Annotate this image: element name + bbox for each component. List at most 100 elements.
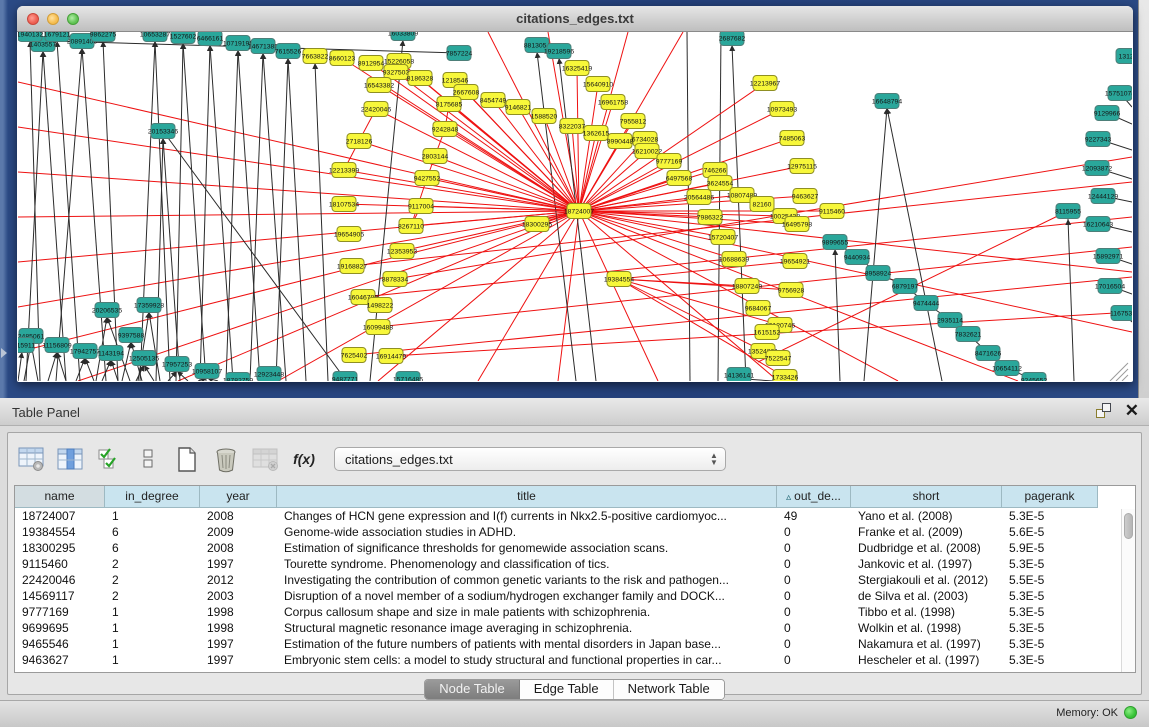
column-header-year[interactable]: year xyxy=(200,486,277,508)
scrollbar-thumb[interactable] xyxy=(1124,513,1133,539)
graph-edge[interactable] xyxy=(163,138,180,381)
cell-name[interactable]: 18300295 xyxy=(15,540,105,556)
cell-pagerank[interactable]: 5.3E-5 xyxy=(1002,636,1098,652)
cell-in_degree[interactable]: 1 xyxy=(105,636,200,652)
cell-title[interactable]: Corpus callosum shape and size in male p… xyxy=(277,604,777,620)
table-row[interactable]: 977716911998Corpus callosum shape and si… xyxy=(15,604,1135,620)
table-row[interactable]: 1456911722003Disruption of a novel membe… xyxy=(15,588,1135,604)
float-window-icon[interactable] xyxy=(1096,403,1111,418)
cell-pagerank[interactable]: 5.3E-5 xyxy=(1002,588,1098,604)
cell-name[interactable]: 22420046 xyxy=(15,572,105,588)
graph-edge[interactable] xyxy=(619,261,795,279)
network-window-titlebar[interactable]: citations_edges.txt xyxy=(17,6,1133,32)
network-graph-svg[interactable]: 1403557208914061940132167912198622751065… xyxy=(18,32,1132,381)
graph-edge[interactable] xyxy=(183,43,206,381)
cell-in_degree[interactable]: 1 xyxy=(105,508,200,524)
graph-edge[interactable] xyxy=(315,63,328,381)
graph-edge[interactable] xyxy=(48,352,57,381)
cell-year[interactable]: 1998 xyxy=(200,604,277,620)
cell-title[interactable]: Structural magnetic resonance image aver… xyxy=(277,620,777,636)
cell-out_degree[interactable]: 0 xyxy=(777,588,851,604)
cell-short[interactable]: Nakamura et al. (1997) xyxy=(851,636,1002,652)
graph-edge[interactable] xyxy=(176,43,183,381)
cell-short[interactable]: Stergiakouli et al. (2012) xyxy=(851,572,1002,588)
cell-out_degree[interactable]: 0 xyxy=(777,572,851,588)
cell-short[interactable]: Wolkin et al. (1998) xyxy=(851,620,1002,636)
cell-year[interactable]: 2008 xyxy=(200,508,277,524)
tab-edge-table[interactable]: Edge Table xyxy=(520,680,614,699)
graph-edge[interactable] xyxy=(732,45,746,381)
graph-edge[interactable] xyxy=(579,211,1132,332)
graph-edge[interactable] xyxy=(163,131,345,379)
graph-edge[interactable] xyxy=(687,32,690,381)
table-vertical-scrollbar[interactable] xyxy=(1121,509,1135,672)
cell-out_degree[interactable]: 0 xyxy=(777,604,851,620)
graph-edge[interactable] xyxy=(887,108,942,381)
table-row[interactable]: 911546021997Tourette syndrome. Phenomeno… xyxy=(15,556,1135,572)
cell-name[interactable]: 19384554 xyxy=(15,524,105,540)
cell-in_degree[interactable]: 2 xyxy=(105,572,200,588)
cell-year[interactable]: 2003 xyxy=(200,588,277,604)
graph-edge[interactable] xyxy=(288,58,306,381)
delete-table-button[interactable] xyxy=(250,443,280,475)
resize-grip-icon[interactable] xyxy=(1122,375,1128,381)
graph-edge[interactable] xyxy=(478,211,579,381)
cell-year[interactable]: 1997 xyxy=(200,652,277,668)
graph-edge[interactable] xyxy=(402,211,579,251)
graph-edge[interactable] xyxy=(276,58,288,381)
cell-in_degree[interactable]: 1 xyxy=(105,604,200,620)
cell-name[interactable]: 18724007 xyxy=(15,508,105,524)
graph-edge[interactable] xyxy=(579,84,598,211)
cell-out_degree[interactable]: 0 xyxy=(777,636,851,652)
delete-button[interactable] xyxy=(211,443,241,475)
cell-short[interactable]: de Silva et al. (2003) xyxy=(851,588,1002,604)
cell-short[interactable]: Franke et al. (2009) xyxy=(851,524,1002,540)
cell-out_degree[interactable]: 49 xyxy=(777,508,851,524)
table-row[interactable]: 1938455462009Genome-wide association stu… xyxy=(15,524,1135,540)
column-header-pagerank[interactable]: pagerank xyxy=(1002,486,1098,508)
column-header-short[interactable]: short xyxy=(851,486,1002,508)
cell-name[interactable]: 9777169 xyxy=(15,604,105,620)
table-row[interactable]: 969969511998Structural magnetic resonanc… xyxy=(15,620,1135,636)
tab-network-table[interactable]: Network Table xyxy=(614,680,724,699)
cell-pagerank[interactable]: 5.3E-5 xyxy=(1002,620,1098,636)
cell-name[interactable]: 9699695 xyxy=(15,620,105,636)
column-header-out_degree[interactable]: ▵out_de... xyxy=(777,486,851,508)
cell-in_degree[interactable]: 2 xyxy=(105,556,200,572)
select-all-button[interactable] xyxy=(94,443,124,475)
cell-year[interactable]: 2008 xyxy=(200,540,277,556)
graph-edge[interactable] xyxy=(1068,219,1074,381)
cell-pagerank[interactable]: 5.3E-5 xyxy=(1002,556,1098,572)
cell-short[interactable]: Jankovic et al. (1997) xyxy=(851,556,1002,572)
cell-out_degree[interactable]: 0 xyxy=(777,524,851,540)
cell-title[interactable]: Tourette syndrome. Phenomenology and cla… xyxy=(277,556,777,572)
cell-pagerank[interactable]: 5.3E-5 xyxy=(1002,652,1098,668)
graph-edge[interactable] xyxy=(200,45,210,381)
cell-in_degree[interactable]: 6 xyxy=(105,524,200,540)
network-canvas[interactable]: 1403557208914061940132167912198622751065… xyxy=(18,32,1132,381)
cell-out_degree[interactable]: 0 xyxy=(777,556,851,572)
graph-edge[interactable] xyxy=(149,312,160,381)
cell-short[interactable]: Dudbridge et al. (2008) xyxy=(851,540,1002,556)
select-columns-button[interactable] xyxy=(55,443,85,475)
column-header-title[interactable]: title xyxy=(277,486,777,508)
cell-name[interactable]: 9465546 xyxy=(15,636,105,652)
cell-name[interactable]: 14569117 xyxy=(15,588,105,604)
cell-title[interactable]: Disruption of a novel member of a sodium… xyxy=(277,588,777,604)
cell-year[interactable]: 1997 xyxy=(200,636,277,652)
cell-in_degree[interactable]: 1 xyxy=(105,652,200,668)
graph-edge[interactable] xyxy=(82,48,106,381)
resize-grip-icon[interactable] xyxy=(1116,369,1128,381)
cell-title[interactable]: Genome-wide association studies in ADHD. xyxy=(277,524,777,540)
table-row[interactable]: 1830029562008Estimation of significance … xyxy=(15,540,1135,556)
cell-title[interactable]: Estimation of the future numbers of pati… xyxy=(277,636,777,652)
cell-year[interactable]: 1997 xyxy=(200,556,277,572)
column-header-in_degree[interactable]: in_degree xyxy=(105,486,200,508)
clear-selection-button[interactable] xyxy=(133,443,163,475)
table-selector-dropdown[interactable]: citations_edges.txt ▲▼ xyxy=(334,447,726,471)
cell-year[interactable]: 2009 xyxy=(200,524,277,540)
cell-year[interactable]: 2012 xyxy=(200,572,277,588)
cell-pagerank[interactable]: 5.6E-5 xyxy=(1002,524,1098,540)
cell-short[interactable]: Yano et al. (2008) xyxy=(851,508,1002,524)
cell-year[interactable]: 1998 xyxy=(200,620,277,636)
